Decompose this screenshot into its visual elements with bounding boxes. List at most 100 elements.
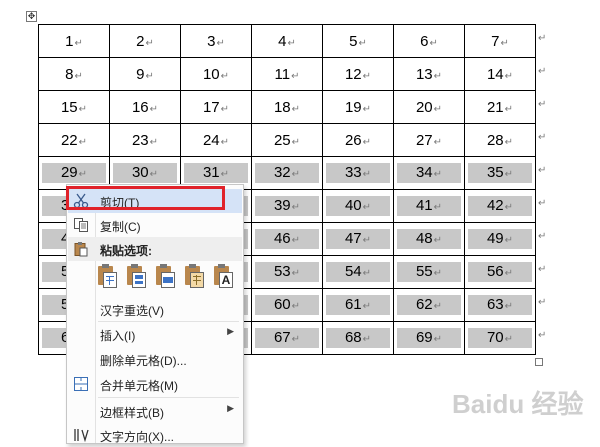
table-cell[interactable]: 49↵	[464, 222, 536, 256]
cell-content: 40↵	[326, 196, 390, 216]
table-cell[interactable]: 12↵	[322, 57, 394, 91]
table-cell[interactable]: 40↵	[322, 189, 394, 223]
cell-content: 46↵	[255, 229, 319, 249]
table-cell[interactable]: 3↵	[180, 24, 252, 58]
table-cell[interactable]: 17↵	[180, 90, 252, 124]
table-cell[interactable]: 7↵	[464, 24, 536, 58]
menu-item-border-styles[interactable]: 边框样式(B) ▶	[68, 399, 242, 423]
table-cell[interactable]: 11↵	[251, 57, 323, 91]
table-resize-handle[interactable]	[535, 358, 543, 366]
table-cell[interactable]: 9↵	[109, 57, 181, 91]
table-cell[interactable]: 47↵	[322, 222, 394, 256]
cell-content: 49↵	[468, 229, 532, 249]
cell-content: 5↵	[323, 33, 393, 50]
table-cell[interactable]: 23↵	[109, 123, 181, 157]
table-cell[interactable]: 1↵	[38, 24, 110, 58]
table-cell[interactable]: 6↵	[393, 24, 465, 58]
table-cell[interactable]: 14↵	[464, 57, 536, 91]
table-cell[interactable]: 41↵	[393, 189, 465, 223]
table-cell[interactable]: 48↵	[393, 222, 465, 256]
table-cell[interactable]: 18↵	[251, 90, 323, 124]
menu-item-insert[interactable]: 插入(I) ▶	[68, 322, 242, 346]
table-cell[interactable]: 54↵	[322, 255, 394, 289]
paragraph-mark: ↵	[362, 202, 372, 213]
paste-keep-text-only-icon[interactable]: A	[212, 264, 233, 288]
table-move-handle-icon[interactable]: ✥	[26, 11, 37, 22]
paste-merge-table-icon[interactable]	[154, 264, 175, 288]
table-cell[interactable]: 35↵	[464, 156, 536, 190]
table-cell[interactable]: 16↵	[109, 90, 181, 124]
cell-content: 48↵	[397, 229, 461, 249]
cell-content: 18↵	[252, 99, 322, 116]
table-cell[interactable]: 27↵	[393, 123, 465, 157]
cell-value: 41	[415, 197, 433, 214]
paragraph-mark: ↵	[291, 70, 300, 82]
table-cell[interactable]: 56↵	[464, 255, 536, 289]
table-cell[interactable]: 28↵	[464, 123, 536, 157]
table-cell[interactable]: 63↵	[464, 288, 536, 322]
table-cell[interactable]: 10↵	[180, 57, 252, 91]
table-cell[interactable]: 70↵	[464, 321, 536, 355]
table-cell[interactable]: 34↵	[393, 156, 465, 190]
cell-value: 16	[131, 98, 149, 116]
context-menu: 剪切(T) 复制(C) 粘贴选项: 汉字重选(V) 插入(I) ▶ 删除单元格(…	[66, 184, 244, 444]
table-cell[interactable]: 25↵	[251, 123, 323, 157]
cell-value: 53	[273, 263, 291, 280]
paragraph-mark: ↵	[504, 334, 514, 345]
row-end-mark: ↵	[538, 330, 547, 341]
menu-item-copy[interactable]: 复制(C)	[68, 213, 242, 237]
cell-content: 20↵	[394, 99, 464, 116]
table-cell[interactable]: 32↵	[251, 156, 323, 190]
table-cell[interactable]: 26↵	[322, 123, 394, 157]
paste-overwrite-cells-icon[interactable]	[183, 264, 204, 288]
paragraph-mark: ↵	[433, 202, 443, 213]
table-cell[interactable]: 69↵	[393, 321, 465, 355]
paste-nest-table-icon[interactable]	[125, 264, 146, 288]
table-cell[interactable]: 68↵	[322, 321, 394, 355]
merge-cells-icon	[74, 377, 88, 391]
table-cell[interactable]: 61↵	[322, 288, 394, 322]
paragraph-mark: ↵	[149, 103, 159, 115]
menu-paste-options-header: 粘贴选项:	[68, 237, 242, 261]
cell-content: 33↵	[326, 163, 390, 183]
table-cell[interactable]: 5↵	[322, 24, 394, 58]
table-cell[interactable]: 39↵	[251, 189, 323, 223]
paragraph-mark: ↵	[362, 334, 372, 345]
table-cell[interactable]: 20↵	[393, 90, 465, 124]
table-cell[interactable]: 15↵	[38, 90, 110, 124]
cell-value: 25	[273, 131, 291, 149]
table-cell[interactable]: 33↵	[322, 156, 394, 190]
cell-value: 47	[344, 230, 362, 247]
cell-content: 1↵	[39, 33, 109, 50]
table-cell[interactable]: 46↵	[251, 222, 323, 256]
table-cell[interactable]: 21↵	[464, 90, 536, 124]
table-cell[interactable]: 8↵	[38, 57, 110, 91]
table-cell[interactable]: 4↵	[251, 24, 323, 58]
table-cell[interactable]: 22↵	[38, 123, 110, 157]
paste-keep-source-formatting-icon[interactable]	[96, 264, 117, 288]
table-cell[interactable]: 67↵	[251, 321, 323, 355]
table-cell[interactable]: 42↵	[464, 189, 536, 223]
paragraph-mark: ↵	[362, 235, 372, 246]
menu-item-hanzi-reselect[interactable]: 汉字重选(V)	[68, 297, 242, 321]
table-cell[interactable]: 19↵	[322, 90, 394, 124]
table-cell[interactable]: 62↵	[393, 288, 465, 322]
table-cell[interactable]: 13↵	[393, 57, 465, 91]
cell-content: 10↵	[181, 66, 251, 83]
paragraph-mark: ↵	[362, 301, 372, 312]
paragraph-mark: ↵	[78, 136, 88, 148]
menu-item-merge-cells[interactable]: 合并单元格(M)	[68, 372, 242, 396]
table-cell[interactable]: 2↵	[109, 24, 181, 58]
paragraph-mark: ↵	[362, 268, 372, 279]
menu-label-border-styles: 边框样式(B)	[100, 406, 164, 420]
table-cell[interactable]: 53↵	[251, 255, 323, 289]
paragraph-mark: ↵	[220, 136, 230, 148]
table-cell[interactable]: 55↵	[393, 255, 465, 289]
table-cell[interactable]: 24↵	[180, 123, 252, 157]
cell-content: 2↵	[110, 33, 180, 50]
table-cell[interactable]: 60↵	[251, 288, 323, 322]
menu-item-text-direction[interactable]: 文字方向(X)...	[68, 423, 242, 447]
cell-content: 39↵	[255, 196, 319, 216]
cell-value: 21	[486, 98, 504, 116]
menu-item-delete-cells[interactable]: 删除单元格(D)...	[68, 347, 242, 371]
